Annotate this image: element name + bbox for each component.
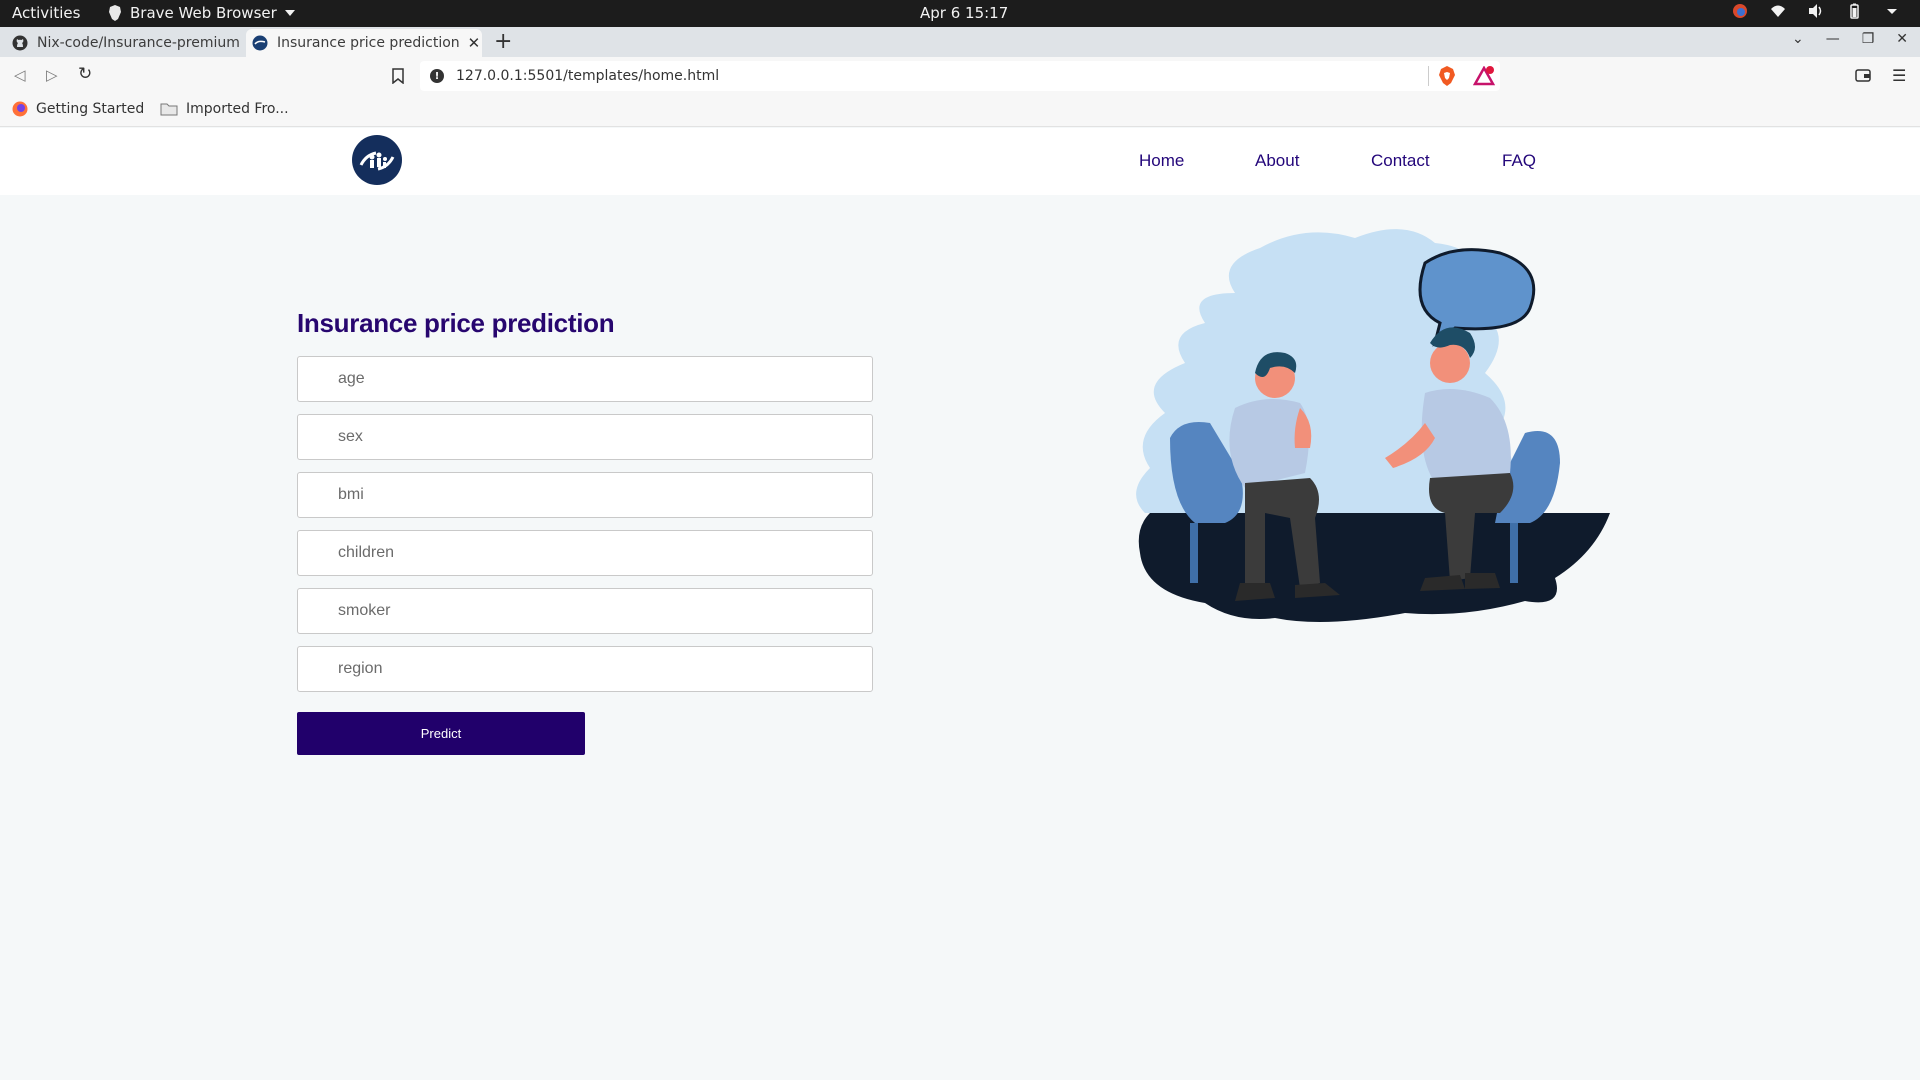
form-title: Insurance price prediction <box>297 308 615 338</box>
restore-button[interactable]: ❐ <box>1862 31 1875 47</box>
close-tab-icon[interactable]: ✕ <box>468 34 481 52</box>
age-input[interactable] <box>297 356 873 402</box>
hamburger-menu-icon[interactable]: ☰ <box>1892 66 1906 85</box>
tab-title: Nix-code/Insurance-premium <box>37 35 240 51</box>
tab-insurance-active[interactable]: Insurance price prediction ✕ <box>246 29 482 57</box>
tab-list-chevron-icon[interactable]: ⌄ <box>1792 31 1804 47</box>
bookmark-imported-folder[interactable]: Imported Fro... <box>160 101 289 117</box>
address-divider <box>1428 66 1429 86</box>
bookmark-label: Imported Fro... <box>186 101 289 117</box>
folder-icon <box>160 103 178 116</box>
window-controls: ⌄ — ❐ ✕ <box>1792 31 1908 47</box>
notification-avatar-icon <box>1733 4 1747 18</box>
tab-strip: Nix-code/Insurance-premium Insurance pri… <box>0 27 1920 57</box>
tab-title: Insurance price prediction <box>277 35 460 51</box>
region-input[interactable] <box>297 646 873 692</box>
forward-button[interactable]: ▷ <box>46 66 58 84</box>
close-window-button[interactable]: ✕ <box>1896 31 1908 47</box>
bookmarks-bar: Getting Started Imported Fro... <box>0 95 1920 127</box>
browser-toolbar: ◁ ▷ ↻ ! 127.0.0.1:5501/templates/home.ht… <box>0 57 1920 95</box>
site-info-icon[interactable]: ! <box>430 69 444 83</box>
globe-icon <box>252 35 268 51</box>
battery-icon <box>1850 3 1859 19</box>
volume-icon <box>1809 4 1822 18</box>
predict-button[interactable]: Predict <box>297 712 585 755</box>
app-menu[interactable]: Brave Web Browser <box>108 4 295 22</box>
smoker-input[interactable] <box>297 588 873 634</box>
firefox-icon <box>12 101 28 117</box>
power-menu-icon <box>1887 9 1897 14</box>
github-icon <box>12 35 28 51</box>
nav-contact-link[interactable]: Contact <box>1371 151 1430 171</box>
clock[interactable]: Apr 6 15:17 <box>920 4 1008 22</box>
children-input[interactable] <box>297 530 873 576</box>
wallet-icon[interactable] <box>1855 67 1871 83</box>
tab-github[interactable]: Nix-code/Insurance-premium <box>12 29 242 57</box>
bmi-input[interactable] <box>297 472 873 518</box>
nav-about-link[interactable]: About <box>1255 151 1299 171</box>
brave-rewards-icon[interactable] <box>1473 66 1495 86</box>
brave-lion-icon <box>109 5 121 21</box>
minimize-button[interactable]: — <box>1826 31 1840 47</box>
system-tray[interactable] <box>1732 3 1900 19</box>
activities-button[interactable]: Activities <box>12 4 80 22</box>
bookmark-getting-started[interactable]: Getting Started <box>12 101 144 117</box>
bookmark-label: Getting Started <box>36 101 145 117</box>
chevron-down-icon <box>284 10 295 16</box>
bookmark-icon[interactable] <box>392 68 404 84</box>
address-bar[interactable]: ! 127.0.0.1:5501/templates/home.html <box>420 61 1500 91</box>
app-name: Brave Web Browser <box>130 4 277 22</box>
site-header: Home About Contact FAQ <box>0 128 1920 195</box>
insurance-logo-icon[interactable] <box>352 135 402 185</box>
back-button[interactable]: ◁ <box>14 66 26 84</box>
system-top-bar: Activities Brave Web Browser Apr 6 15:17 <box>0 0 1920 27</box>
sex-input[interactable] <box>297 414 873 460</box>
reload-button[interactable]: ↻ <box>78 64 92 84</box>
consultation-illustration <box>1136 229 1610 622</box>
wifi-icon <box>1771 5 1785 17</box>
nav-home-link[interactable]: Home <box>1139 151 1184 171</box>
nav-faq-link[interactable]: FAQ <box>1502 151 1536 171</box>
brave-shields-icon[interactable] <box>1438 66 1456 86</box>
web-page: Home About Contact FAQ Insurance price p… <box>0 128 1920 1080</box>
url-text: 127.0.0.1:5501/templates/home.html <box>456 68 720 84</box>
new-tab-button[interactable]: + <box>494 29 512 54</box>
